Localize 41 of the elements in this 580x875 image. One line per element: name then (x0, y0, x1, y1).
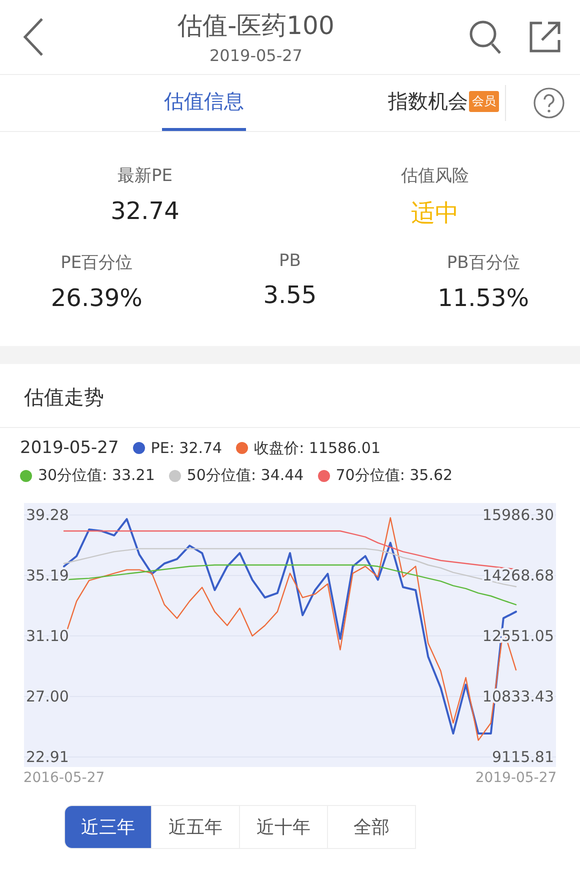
section-title: 估值走势 (0, 384, 580, 428)
stat-label: 估值风险 (401, 165, 469, 187)
axis-label: 15986.30 (482, 506, 554, 524)
legend-text: PE: 32.74 (150, 439, 222, 457)
back-button[interactable] (22, 17, 44, 57)
legend-text: 70分位值: 35.62 (336, 466, 453, 485)
stat-value: 11.53% (438, 284, 530, 312)
axis-label: 14268.68 (482, 566, 554, 584)
range-tab[interactable]: 近三年 (64, 805, 152, 849)
axis-label: 35.19 (26, 566, 69, 584)
axis-label: 2019-05-27 (475, 770, 556, 785)
back-icon (22, 17, 44, 57)
stat-label: PB (279, 251, 301, 271)
stat-value: 适中 (411, 198, 459, 229)
stat-value: 3.55 (263, 281, 317, 309)
stat-value: 26.39% (50, 284, 142, 312)
range-tab[interactable]: 近十年 (240, 805, 328, 849)
page-date: 2019-05-27 (210, 46, 302, 65)
stat-label: 最新PE (118, 165, 172, 187)
axis-label: 2016-05-27 (24, 770, 105, 785)
legend-text: 收盘价: 11586.01 (254, 438, 380, 458)
axis-label: 39.28 (26, 506, 69, 524)
axis-label: 9115.81 (492, 748, 554, 766)
search-icon (468, 19, 502, 55)
page-title: 估值-医药100 (178, 10, 334, 42)
legend-text: 50分位值: 34.44 (186, 466, 304, 485)
axis-label: 27.00 (26, 688, 69, 706)
stat-label: PE百分位 (60, 252, 133, 274)
search-button[interactable] (468, 19, 502, 55)
member-badge: 会员 (469, 91, 499, 112)
range-tab[interactable]: 近五年 (152, 805, 240, 849)
help-icon (533, 87, 565, 119)
axis-label: 22.91 (26, 748, 69, 766)
legend-text: 30分位值: 33.21 (38, 466, 155, 485)
range-tab[interactable]: 全部 (328, 805, 416, 849)
share-icon (528, 20, 562, 54)
stat-value: 32.74 (110, 197, 180, 225)
stat-label: PB百分位 (446, 252, 520, 274)
legend-date: 2019-05-27 (20, 438, 119, 458)
tab[interactable]: 估值信息 (162, 75, 246, 131)
share-button[interactable] (528, 20, 562, 54)
